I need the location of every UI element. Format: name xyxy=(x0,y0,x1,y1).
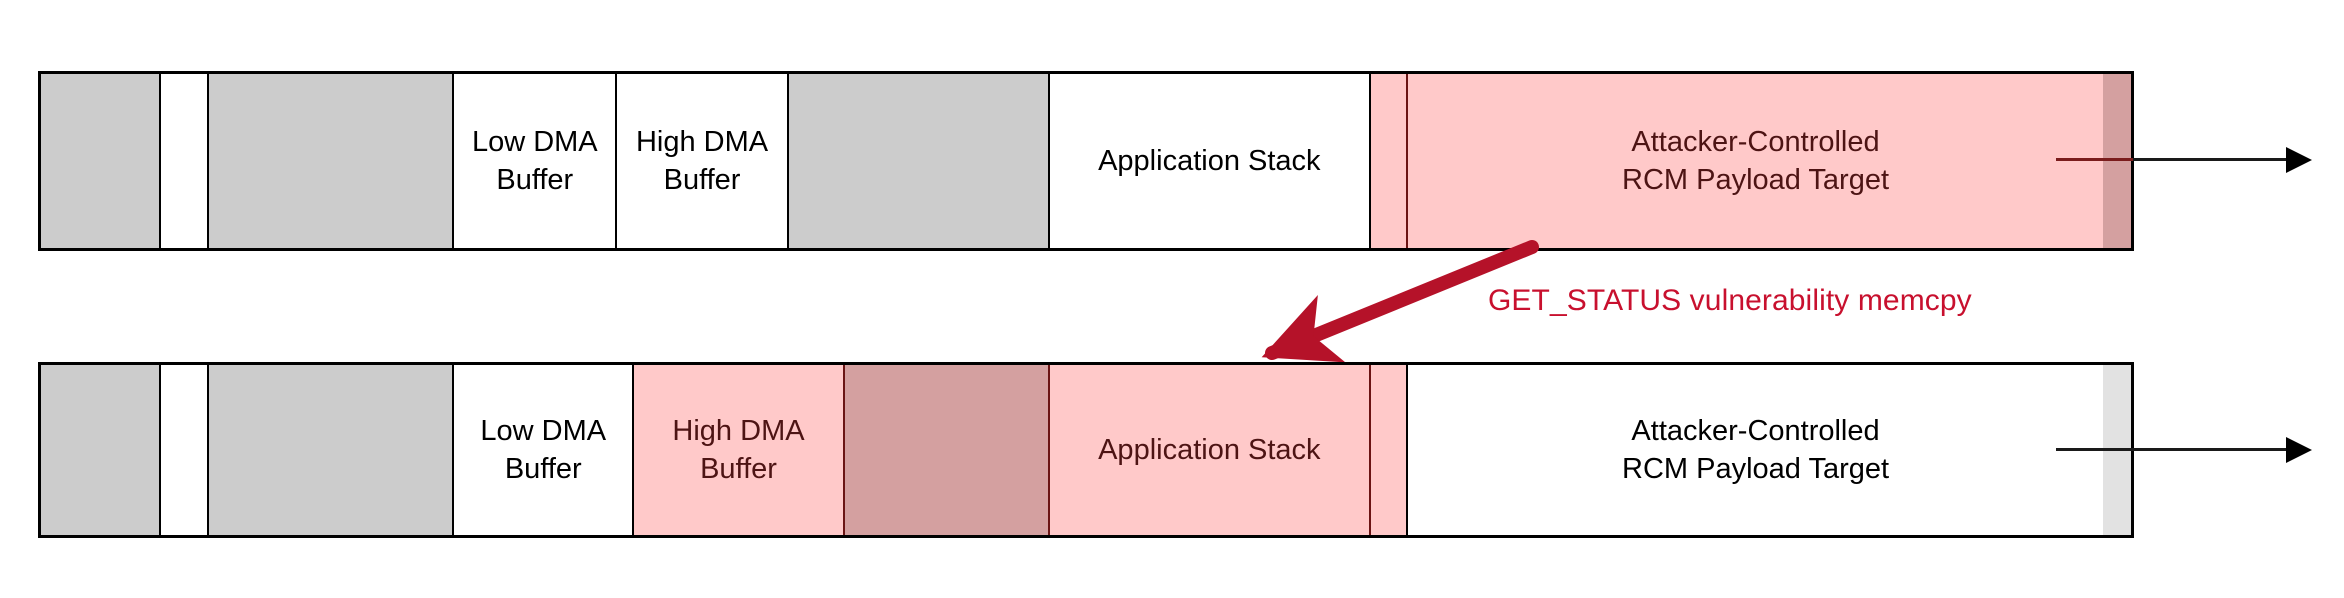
memory-segment xyxy=(844,74,1050,248)
memory-segment-attacker-payload: Attacker-Controlled RCM Payload Target xyxy=(1408,365,2104,535)
memory-segment-label: Low DMA Buffer xyxy=(480,414,607,485)
memory-segment-label: Application Stack xyxy=(1098,433,1321,466)
memory-segment-tail xyxy=(2103,74,2131,248)
memory-segment-application-stack: Application Stack xyxy=(1049,74,1372,248)
memory-segment-guard xyxy=(1371,365,1409,535)
memory-segment-label: Low DMA Buffer xyxy=(471,125,598,196)
memory-segment-label: High DMA Buffer xyxy=(672,414,805,485)
continuation-arrow-line-after xyxy=(2056,448,2288,451)
memory-segment-high-dma-buffer: High DMA Buffer xyxy=(617,74,789,248)
memory-segment-application-stack: Application Stack xyxy=(1049,365,1372,535)
memory-segment-label: Attacker-Controlled RCM Payload Target xyxy=(1622,125,1890,196)
memory-segment xyxy=(208,365,455,535)
continuation-arrow-head-after xyxy=(2286,437,2312,463)
memory-segment xyxy=(208,74,455,248)
memory-row-after: Low DMA Buffer High DMA Buffer Applicati… xyxy=(38,362,2134,538)
diagram-canvas: Low DMA Buffer High DMA Buffer Applicati… xyxy=(0,0,2344,598)
memory-segment xyxy=(41,74,161,248)
memory-row-before: Low DMA Buffer High DMA Buffer Applicati… xyxy=(38,71,2134,251)
memory-segment xyxy=(160,74,209,248)
memory-segment-overwritten xyxy=(844,365,1050,535)
memory-segment-label: Application Stack xyxy=(1098,144,1321,177)
memory-segment xyxy=(788,74,845,248)
continuation-arrow-line-before xyxy=(2133,158,2288,161)
memory-segment-label: Attacker-Controlled RCM Payload Target xyxy=(1622,414,1890,485)
attack-annotation-label: GET_STATUS vulnerability memcpy xyxy=(1488,284,1972,317)
memory-segment-low-dma-buffer: Low DMA Buffer xyxy=(454,74,618,248)
memory-segment-guard xyxy=(1371,74,1409,248)
memory-segment-attacker-payload: Attacker-Controlled RCM Payload Target xyxy=(1408,74,2104,248)
memory-segment xyxy=(41,365,161,535)
memory-segment-low-dma-buffer: Low DMA Buffer xyxy=(454,365,635,535)
memory-segment xyxy=(160,365,209,535)
memory-segment-high-dma-buffer: High DMA Buffer xyxy=(634,365,845,535)
memory-segment-label: High DMA Buffer xyxy=(635,125,769,196)
continuation-arrow-line-before-inner xyxy=(2056,158,2134,161)
continuation-arrow-head-before xyxy=(2286,147,2312,173)
